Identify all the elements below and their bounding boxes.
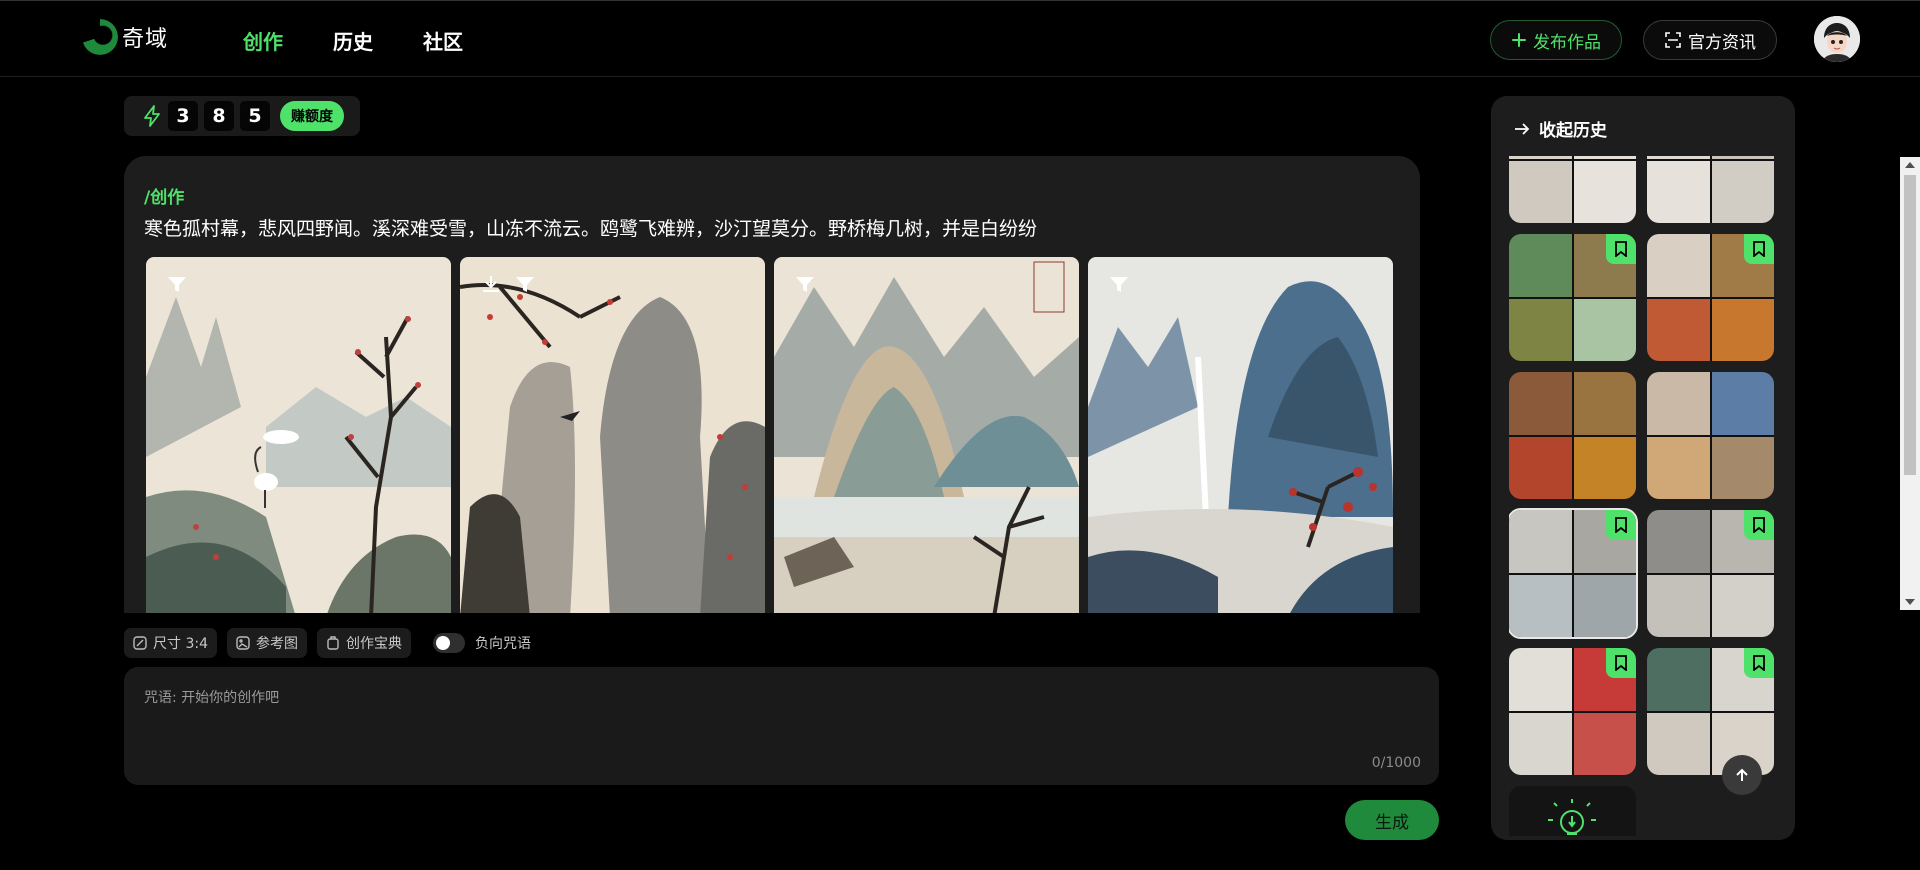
generate-button[interactable]: 生成 bbox=[1345, 800, 1439, 840]
history-item[interactable] bbox=[1509, 508, 1638, 639]
credit-digit: 3 bbox=[168, 101, 198, 131]
negative-prompt-toggle[interactable] bbox=[432, 633, 465, 653]
publish-label: 发布作品 bbox=[1533, 32, 1601, 53]
publish-button[interactable]: 发布作品 bbox=[1490, 20, 1622, 60]
image-actions bbox=[480, 273, 536, 295]
bookmark-icon[interactable] bbox=[1606, 234, 1636, 264]
ink-landscape-image bbox=[146, 257, 451, 613]
result-images bbox=[146, 257, 1393, 613]
prompt-input[interactable] bbox=[144, 687, 1414, 747]
nav-community[interactable]: 社区 bbox=[423, 26, 463, 55]
nav-create[interactable]: 创作 bbox=[243, 26, 283, 55]
official-news-label: 官方资讯 bbox=[1688, 32, 1756, 53]
reference-label: 参考图 bbox=[255, 636, 298, 652]
scroll-up-icon[interactable] bbox=[1905, 162, 1915, 168]
credit-digit: 8 bbox=[204, 101, 234, 131]
creation-result-card: /创作 寒色孤村幕，悲风四野闻。溪深难受雪，山冻不流云。鸥鹭飞难辨，沙汀望莫分。… bbox=[124, 156, 1420, 613]
history-item[interactable] bbox=[1647, 156, 1774, 223]
image-actions bbox=[794, 273, 816, 295]
bookmark-icon[interactable] bbox=[1606, 648, 1636, 678]
history-item[interactable] bbox=[1647, 372, 1774, 499]
result-image[interactable] bbox=[146, 257, 451, 613]
image-icon bbox=[236, 636, 250, 650]
history-panel: 收起历史 bbox=[1491, 96, 1795, 840]
scrollbar-thumb[interactable] bbox=[1904, 175, 1916, 475]
history-item[interactable] bbox=[1647, 648, 1774, 775]
filter-icon[interactable] bbox=[166, 273, 188, 295]
image-actions bbox=[1108, 273, 1130, 295]
filter-icon[interactable] bbox=[514, 273, 536, 295]
size-label: 尺寸 3:4 bbox=[153, 636, 208, 652]
generation-options: 尺寸 3:4 参考图 创作宝典 负向咒语 bbox=[124, 628, 531, 658]
result-image[interactable] bbox=[774, 257, 1079, 613]
char-counter: 0/1000 bbox=[1371, 755, 1421, 771]
nav-history[interactable]: 历史 bbox=[333, 26, 373, 55]
main-nav: 创作 历史 社区 bbox=[243, 26, 463, 55]
scan-icon bbox=[1665, 32, 1681, 48]
page-scrollbar[interactable] bbox=[1900, 157, 1920, 610]
size-option[interactable]: 尺寸 3:4 bbox=[124, 628, 217, 658]
download-icon[interactable] bbox=[480, 273, 502, 295]
history-item[interactable] bbox=[1509, 234, 1636, 361]
credits-counter: 3 8 5 赚额度 bbox=[124, 96, 360, 136]
scroll-down-icon[interactable] bbox=[1905, 599, 1915, 605]
inspiration-card[interactable] bbox=[1509, 786, 1636, 836]
history-grid bbox=[1509, 156, 1775, 836]
user-avatar[interactable] bbox=[1814, 16, 1860, 62]
negative-prompt-label: 负向咒语 bbox=[474, 636, 531, 652]
ink-landscape-image bbox=[460, 257, 765, 613]
collapse-history-button[interactable]: 收起历史 bbox=[1513, 116, 1607, 141]
bookmark-icon[interactable] bbox=[1744, 648, 1774, 678]
collapse-history-label: 收起历史 bbox=[1539, 121, 1607, 141]
ink-landscape-image bbox=[774, 257, 1079, 613]
creation-guide-option[interactable]: 创作宝典 bbox=[316, 628, 411, 658]
command-label: /创作 bbox=[144, 188, 185, 208]
official-news-button[interactable]: 官方资讯 bbox=[1643, 20, 1777, 60]
image-actions bbox=[166, 273, 188, 295]
top-bar: 奇域 创作 历史 社区 发布作品 官方资讯 bbox=[0, 0, 1920, 77]
bookmark-icon[interactable] bbox=[1744, 510, 1774, 540]
filter-icon[interactable] bbox=[1108, 273, 1130, 295]
history-item[interactable] bbox=[1509, 648, 1636, 775]
history-item[interactable] bbox=[1647, 234, 1774, 361]
earn-credits-button[interactable]: 赚额度 bbox=[280, 101, 344, 131]
lightbulb-icon bbox=[1548, 799, 1596, 835]
ink-landscape-image bbox=[1088, 257, 1393, 613]
avatar-face-icon bbox=[1814, 16, 1860, 62]
aspect-ratio-icon bbox=[133, 636, 147, 650]
guide-label: 创作宝典 bbox=[345, 636, 402, 652]
scroll-to-top-button[interactable] bbox=[1722, 755, 1762, 795]
history-item[interactable] bbox=[1509, 372, 1636, 499]
bookmark-icon[interactable] bbox=[1606, 510, 1636, 540]
credit-digit: 5 bbox=[240, 101, 270, 131]
arrow-up-icon bbox=[1736, 768, 1748, 781]
book-icon bbox=[327, 636, 339, 650]
logo-mark-icon bbox=[82, 19, 118, 55]
history-item[interactable] bbox=[1647, 510, 1774, 637]
prompt-text: 寒色孤村幕，悲风四野闻。溪深难受雪，山冻不流云。鸥鹭飞难辨，沙汀望莫分。野桥梅几… bbox=[144, 218, 1038, 240]
prompt-input-box: 0/1000 bbox=[124, 667, 1439, 785]
history-item[interactable] bbox=[1509, 156, 1636, 223]
logo[interactable]: 奇域 bbox=[82, 19, 168, 55]
arrow-right-icon bbox=[1515, 122, 1530, 135]
bookmark-icon[interactable] bbox=[1744, 234, 1774, 264]
reference-image-option[interactable]: 参考图 bbox=[226, 628, 307, 658]
filter-icon[interactable] bbox=[794, 273, 816, 295]
lightning-icon bbox=[144, 105, 160, 127]
result-image[interactable] bbox=[1088, 257, 1393, 613]
logo-text: 奇域 bbox=[122, 27, 169, 52]
plus-icon bbox=[1512, 33, 1526, 47]
result-image[interactable] bbox=[460, 257, 765, 613]
